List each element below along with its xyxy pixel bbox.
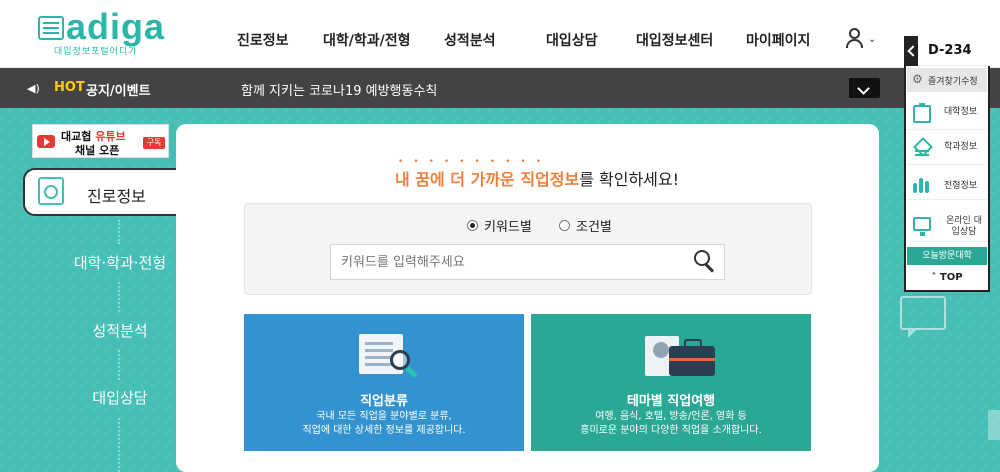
tile-description: 여행, 음식, 호텔, 방송/언론, 영화 등 흥미로운 분야의 다양한 직업을… xyxy=(531,410,811,438)
youtube-icon xyxy=(37,135,55,148)
menu-divider xyxy=(118,282,120,312)
tile-desc-line: 직업에 대한 상세한 정보를 제공합니다. xyxy=(302,425,466,436)
menu-divider xyxy=(118,418,120,472)
radio-unchecked-icon xyxy=(559,220,570,231)
tile-job-classification[interactable]: 직업분류 국내 모든 직업을 분야별로 분류, 직업에 대한 상세한 정보를 제… xyxy=(244,314,524,451)
radio-keyword[interactable]: 키워드별 xyxy=(467,216,532,235)
scrollbar-thumb[interactable] xyxy=(988,410,1000,440)
radio-checked-icon xyxy=(467,220,478,231)
user-body-shape xyxy=(846,39,863,48)
bar-shape xyxy=(913,183,917,193)
tile-desc-line: 국내 모든 직업을 분야별로 분류, xyxy=(316,411,452,422)
adiga-logo[interactable]: adiga 대입정보포털어디가 xyxy=(38,6,173,58)
user-head-shape xyxy=(849,28,860,39)
nav-career-info[interactable]: 진로정보 xyxy=(237,30,289,50)
tile-title: 테마별 직업여행 xyxy=(626,394,716,409)
magnifier-handle xyxy=(405,365,418,379)
bar-shape xyxy=(919,178,923,193)
menu-divider xyxy=(118,350,120,380)
youtube-channel-banner[interactable]: 대교협 유튜브 채널 오픈 구독 xyxy=(32,124,169,158)
top-label: TOP xyxy=(939,272,963,283)
keyword-search-input[interactable] xyxy=(330,244,725,280)
bar-shape xyxy=(925,181,929,193)
today-visited-universities[interactable]: 오늘방문대학 xyxy=(907,247,987,265)
magnifier-icon xyxy=(390,350,418,379)
menu-divider xyxy=(118,220,120,244)
search-icon[interactable] xyxy=(694,250,718,274)
chevron-down-icon: ⌄ xyxy=(868,34,877,45)
nav-admission-counsel[interactable]: 대입상담 xyxy=(546,30,598,50)
quick-label: 전형정보 xyxy=(944,181,978,191)
tile-theme-job-travel[interactable]: 테마별 직업여행 여행, 음식, 호텔, 방송/언론, 영화 등 흥미로운 분야… xyxy=(531,314,811,451)
briefcase-icon xyxy=(669,339,715,376)
nav-university-major-admission[interactable]: 대학/학과/전형 xyxy=(323,30,411,50)
tile-description: 국내 모든 직업을 분야별로 분류, 직업에 대한 상세한 정보를 제공합니다. xyxy=(244,410,524,438)
hot-badge: HOT xyxy=(54,80,85,95)
radio-keyword-label: 키워드별 xyxy=(484,220,532,235)
radio-condition[interactable]: 조건별 xyxy=(559,216,612,235)
notice-message[interactable]: 함께 지키는 코로나19 예방행동수칙 xyxy=(241,80,437,99)
nav-mypage[interactable]: 마이페이지 xyxy=(746,30,810,50)
quick-label: 대학정보 xyxy=(944,107,978,117)
hero-highlight: 내 꿈에 더 가까운 직업정보 xyxy=(395,170,580,189)
radio-condition-label: 조건별 xyxy=(576,220,612,235)
tile-desc-line: 흥미로운 분야의 다양한 직업을 소개합니다. xyxy=(580,425,762,436)
scroll-top-button[interactable]: ˄ TOP xyxy=(907,268,987,288)
user-menu-icon[interactable]: ⌄ xyxy=(846,28,878,50)
hero-headline: 내 꿈에 더 가까운 직업정보를 확인하세요! xyxy=(395,166,679,190)
search-handle xyxy=(704,263,715,273)
nav-grade-analysis[interactable]: 성적분석 xyxy=(444,30,496,50)
notice-title[interactable]: 공지/이벤트 xyxy=(86,80,151,99)
tile-title: 직업분류 xyxy=(360,394,408,409)
subscribe-badge: 구독 xyxy=(143,137,165,149)
site-header: adiga 대입정보포털어디가 진로정보 대학/학과/전형 성적분석 대입상담 … xyxy=(0,0,1000,68)
speaker-icon: ◀) xyxy=(27,82,40,95)
bar-chart-icon xyxy=(913,175,931,193)
layers-icon xyxy=(913,139,931,157)
nav-admission-info-center[interactable]: 대입정보센터 xyxy=(636,30,713,50)
monitor-icon xyxy=(913,217,931,236)
tile-desc-line: 여행, 음식, 호텔, 방송/언론, 영화 등 xyxy=(595,411,747,422)
gear-icon: ⚙ xyxy=(912,72,923,86)
chat-bubble-icon[interactable] xyxy=(900,296,946,338)
calendar-logo-icon xyxy=(38,16,64,40)
clipboard-icon xyxy=(913,103,931,123)
side-menu-active-label: 진로정보 xyxy=(87,187,146,206)
logo-subtitle: 대입정보포털어디가 xyxy=(54,47,138,57)
career-search-icon xyxy=(38,177,64,205)
dday-counter: D-234 xyxy=(928,43,972,58)
quick-label: 온라인 대입상담 xyxy=(946,216,982,237)
hero-suffix: 를 확인하세요! xyxy=(579,170,680,189)
chevron-left-icon[interactable] xyxy=(904,36,918,66)
quick-label: 학과정보 xyxy=(944,142,978,152)
chevron-up-icon: ˄ xyxy=(931,272,940,283)
logo-wordmark: adiga xyxy=(66,6,166,47)
banner-line2: 채널 오픈 xyxy=(75,144,120,157)
favorites-edit-label: 즐겨찾기수정 xyxy=(928,77,978,87)
notice-dropdown-button[interactable] xyxy=(849,78,880,98)
